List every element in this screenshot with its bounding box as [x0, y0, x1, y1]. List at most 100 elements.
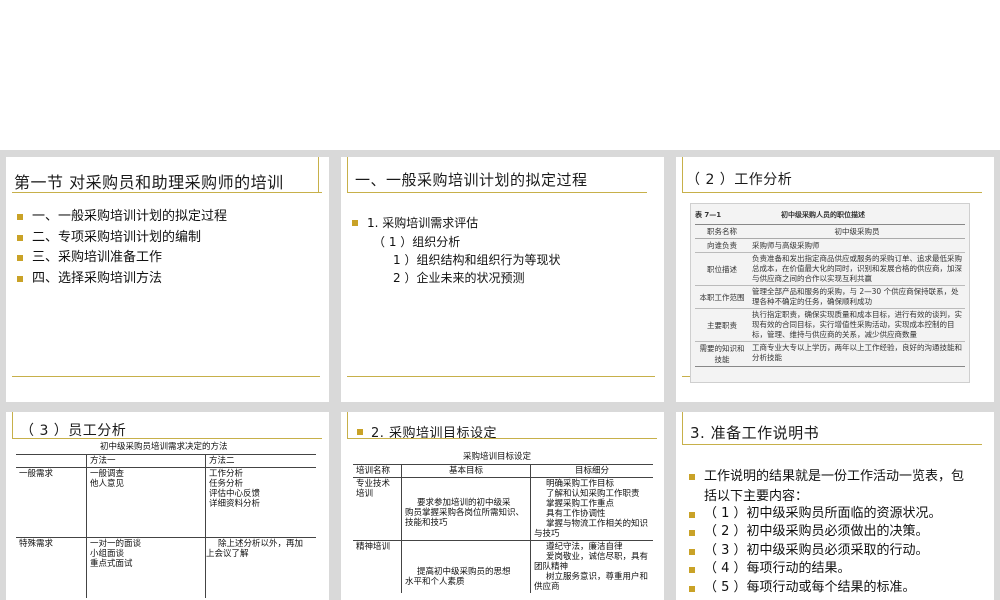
bullet-square-icon — [689, 567, 695, 573]
title-underline — [12, 438, 322, 439]
table-cell: 遵纪守法，廉洁自律 爱岗敬业，诚信尽职，具有 团队精神 树立服务意识，尊重用户和… — [530, 540, 653, 593]
table-cell: 特殊需求 — [19, 539, 54, 549]
table-cell: 管理全部产品和服务的采购，与 2—30 个供应商保持联系，处理各种不确定的任务，… — [752, 287, 959, 306]
list-item-continuation: 括以下主要内容： — [704, 488, 809, 504]
slide-thumbnail-1[interactable]: 第一节 对采购员和助理采购师的培训 一、一般采购培训计划的拟定过程 二、专项采购… — [6, 157, 329, 402]
table-cell: 工商专业大专以上学历，两年以上工作经验，良好的沟通技能和分析技能 — [752, 343, 962, 362]
slide-thumbnail-5[interactable]: 2. 采购培训目标设定 采购培训目标设定 培训名称 基本目标 目标细分 专业技术… — [341, 412, 664, 600]
bullet-square-icon — [17, 234, 23, 241]
table-caption: 采购培训目标设定 — [463, 452, 532, 462]
table-cell: 目标细分 — [530, 464, 653, 478]
cell-line: 了解和认知采购工作职责 — [546, 489, 640, 499]
title-underline — [347, 192, 647, 193]
table-cell: 向谁负责 — [707, 241, 737, 250]
cell-line: 一般调查 — [90, 469, 125, 479]
cell-line: 上会议了解 — [206, 549, 249, 559]
title-vertical-line — [682, 157, 683, 193]
bullet-list: 1. 采购培训需求评估 — [349, 213, 478, 234]
table-cell: 采购师与高级采购师 — [752, 241, 820, 250]
bullet-list: 一、一般采购培训计划的拟定过程 二、专项采购培训计划的编制 三、采购培训准备工作… — [14, 207, 227, 289]
cell-line: 明确采购工作目标 — [546, 479, 615, 489]
table-cell: 基本目标 — [401, 464, 531, 478]
bullet-list: 工作说明的结果就是一份工作活动一览表，包 括以下主要内容： （ 1 ）初中级采购… — [686, 467, 964, 597]
table-cell: 一般调查 他人意见 — [86, 467, 206, 538]
cell-line: 遵纪守法，廉洁自律 — [546, 542, 623, 552]
cell-line: 重点式面试 — [90, 559, 133, 569]
slide-thumbnail-2[interactable]: 一、一般采购培训计划的拟定过程 1. 采购培训需求评估 （ 1 ）组织分析 1 … — [341, 157, 664, 402]
slide-thumbnail-6[interactable]: 3. 准备工作说明书 工作说明的结果就是一份工作活动一览表，包 括以下主要内容：… — [676, 412, 994, 600]
cell-line: 详细资料分析 — [209, 499, 261, 509]
footer-line — [12, 376, 320, 377]
cell-line: 购员掌握采购各岗位所需知识、 — [405, 508, 525, 518]
sub-item: 2 ）企业未来的状况预测 — [393, 271, 525, 285]
table-cell: 方法一 — [86, 454, 206, 468]
list-item: 1. 采购培训需求评估 — [349, 213, 478, 234]
bullet-square-icon — [352, 220, 358, 226]
bullet-square-icon — [689, 548, 695, 555]
table-cell: 要求参加培训的初中级采 购员掌握采购各岗位所需知识、 技能和技巧 — [401, 477, 531, 541]
table-cell — [16, 455, 87, 468]
footer-line — [682, 376, 690, 377]
list-item: 一、一般采购培训计划的拟定过程 — [14, 207, 227, 228]
bullet-square-icon — [17, 214, 23, 220]
list-item: 三、采购培训准备工作 — [14, 248, 227, 269]
slide-thumbnail-3[interactable]: （ 2 ）工作分析 表 7—1 初中级采购人员的职位描述 职务名称 初中级采购员… — [676, 157, 994, 402]
table-header-row: 培训名称 基本目标 目标细分 — [353, 464, 653, 478]
table-row: 精神培训 提高初中级采购员的思想 水平和个人素质 遵纪守法，廉洁自律 爱岗敬业，… — [353, 540, 653, 593]
table-cell: 方法二 — [205, 454, 316, 468]
job-description-table: 职务名称 初中级采购员 向谁负责 采购师与高级采购师 职位描述 负责准备和发出指… — [695, 224, 965, 367]
table-cell: 提高初中级采购员的思想 水平和个人素质 — [401, 540, 531, 593]
table-cell: 培训名称 — [356, 466, 391, 476]
slide-title: （ 2 ）工作分析 — [686, 172, 793, 188]
table-caption: 初中级采购员培训需求决定的方法 — [100, 442, 228, 452]
title-underline — [347, 438, 657, 439]
cell-line: 除上述分析以外，再加 — [218, 539, 304, 549]
cell-line: 任务分析 — [209, 479, 244, 489]
list-item: （ 2 ）初中级采购员必须做出的决策。 — [686, 523, 964, 542]
table-cell: 除上述分析以外，再加 上会议了解 — [205, 537, 316, 598]
list-item: （ 4 ）每项行动的结果。 — [686, 560, 964, 579]
table-row: 需要的知识和技能 工商专业大专以上学历，两年以上工作经验，良好的沟通技能和分析技… — [695, 342, 965, 367]
cell-line: 具有工作协调性 — [546, 509, 606, 519]
list-item: （ 1 ）初中级采购员所面临的资源状况。 — [686, 505, 964, 524]
slide-title: 3. 准备工作说明书 — [690, 424, 820, 442]
title-vertical-line — [347, 412, 348, 438]
title-underline — [682, 192, 982, 193]
bullet-square-icon — [357, 429, 363, 435]
cell-line: 供应商 — [534, 582, 560, 592]
job-description-table-image: 表 7—1 初中级采购人员的职位描述 职务名称 初中级采购员 向谁负责 采购师与… — [690, 203, 970, 383]
title-vertical-line — [318, 157, 319, 193]
cell-line: 工作分析 — [209, 469, 244, 479]
table-title: 初中级采购人员的职位描述 — [781, 211, 865, 219]
table-cell: 负责准备和发出指定商品供应或服务的采购订单、追求最低采购总成本，在价值最大化的同… — [752, 254, 962, 283]
bullet-square-icon — [689, 530, 695, 536]
footer-line — [347, 376, 655, 377]
bullet-square-icon — [17, 275, 23, 282]
training-goals-table: 培训名称 基本目标 目标细分 专业技术 培训 要求参加培训的初中级采 购员掌握采… — [353, 464, 653, 593]
cell-line: 提高初中级采购员的思想 — [417, 567, 511, 577]
sub-item: （ 1 ）组织分析 — [373, 235, 461, 249]
cell-line: 要求参加培训的初中级采 — [417, 498, 511, 508]
list-item: 工作说明的结果就是一份工作活动一览表，包 — [686, 467, 964, 488]
cell-line: 他人意见 — [90, 479, 125, 489]
list-item: （ 5 ）每项行动或每个结果的标准。 — [686, 579, 964, 598]
cell-line: 水平和个人素质 — [405, 577, 465, 587]
cell-line: 树立服务意识，尊重用户和 — [546, 572, 649, 582]
table-row: 主要职责 执行指定职责，确保实现质量和成本目标，进行有效的谈判，实现有效的合同目… — [695, 309, 965, 342]
cell-line: 专业技术 — [356, 479, 391, 489]
slide-title: （ 3 ）员工分析 — [20, 423, 127, 439]
table-row: 本职工作范围 管理全部产品和服务的采购，与 2—30 个供应商保持联系，处理各种… — [695, 286, 965, 309]
cell-line: 培训 — [356, 489, 374, 499]
cell-line: 技能和技巧 — [405, 518, 448, 528]
bullet-square-icon — [689, 474, 695, 480]
slide-thumbnail-4[interactable]: （ 3 ）员工分析 初中级采购员培训需求决定的方法 方法一 方法二 一般需求 一… — [6, 412, 329, 600]
bullet-square-icon — [689, 585, 695, 592]
cell-line: 一对一的面谈 — [90, 539, 142, 549]
table-header-row: 方法一 方法二 — [16, 454, 316, 468]
cell-line: 与技巧 — [534, 529, 560, 539]
table-cell: 工作分析 任务分析 评估中心反馈 详细资料分析 — [205, 467, 316, 538]
title-vertical-line — [682, 412, 683, 444]
table-cell: 一对一的面谈 小组面谈 重点式面试 — [86, 537, 206, 598]
title-underline — [682, 444, 982, 445]
bullet-square-icon — [17, 255, 23, 261]
